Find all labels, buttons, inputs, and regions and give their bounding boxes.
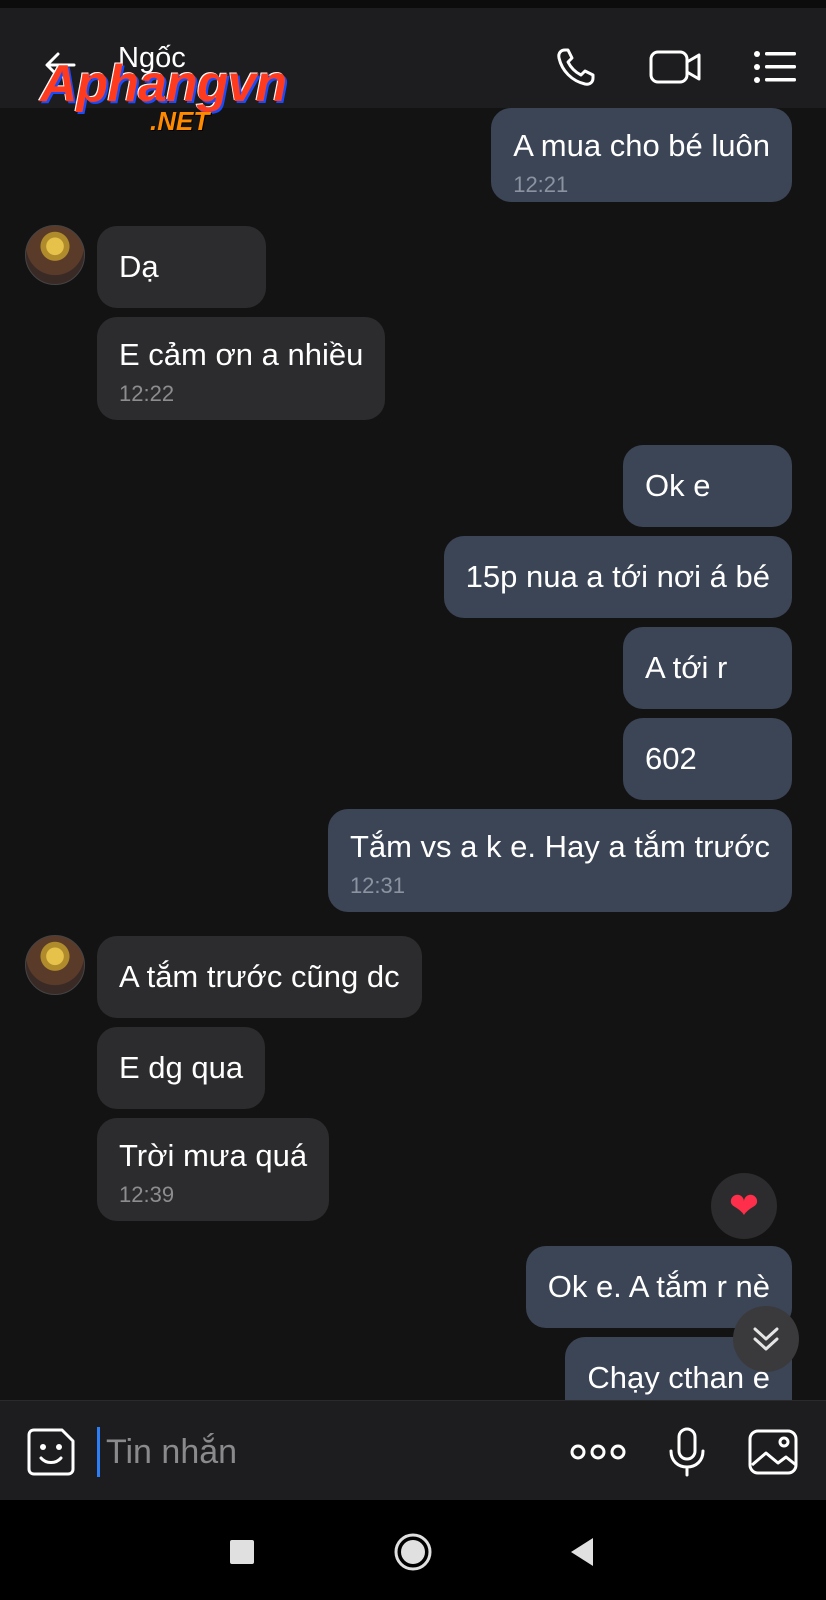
avatar[interactable] — [25, 935, 85, 995]
menu-button[interactable] — [752, 42, 798, 92]
message-time: 12:22 — [119, 381, 175, 406]
sticker-button[interactable] — [24, 1425, 78, 1479]
message-text: 602 — [645, 741, 697, 776]
message-time: 12:21 — [513, 172, 569, 197]
image-icon — [748, 1429, 798, 1475]
phone-icon — [557, 48, 595, 86]
triangle-back-icon — [571, 1538, 593, 1566]
more-button[interactable] — [568, 1425, 628, 1479]
message-text: Trời mưa quá — [119, 1138, 308, 1173]
sticker-smiley-icon — [27, 1428, 75, 1476]
square-icon — [230, 1540, 254, 1564]
double-chevron-down-icon — [753, 1327, 779, 1351]
system-nav-bar — [0, 1500, 826, 1600]
avatar[interactable] — [25, 225, 85, 285]
watermark-logo: Aphangvn — [40, 55, 287, 113]
circle-icon — [394, 1533, 432, 1571]
message-time: 12:39 — [119, 1182, 175, 1207]
message-time: 12:31 — [349, 873, 405, 898]
message-text: Tắm vs a k e. Hay a tắm trước — [349, 829, 770, 864]
heart-icon: ❤ — [728, 1185, 760, 1226]
message-bubble-out[interactable]: A mua cho bé luôn 12:21 — [491, 108, 792, 202]
message-bubble-in[interactable]: Trời mưa quá 12:39 — [97, 1118, 330, 1221]
message-composer — [0, 1400, 826, 1501]
message-bubble-out[interactable]: Ok e — [623, 445, 792, 527]
message-bubble-out[interactable]: 15p nua a tới nơi á bé — [443, 536, 792, 618]
message-text: Ok e — [645, 468, 711, 503]
heart-reaction[interactable]: ❤ — [711, 1173, 777, 1239]
list-menu-icon — [754, 51, 796, 83]
call-button[interactable] — [551, 42, 601, 92]
message-text: E dg qua — [119, 1050, 244, 1085]
message-text: Ok e. A tắm r nè — [547, 1269, 770, 1304]
message-list[interactable]: A mua cho bé luôn 12:21 Dạ E cảm ơn a nh… — [0, 108, 826, 1400]
message-bubble-out[interactable]: A tới r — [623, 627, 792, 709]
watermark-domain: .NET — [150, 106, 210, 136]
voice-button[interactable] — [660, 1425, 714, 1479]
message-bubble-in[interactable]: A tắm trước cũng dc — [97, 936, 422, 1018]
message-text: E cảm ơn a nhiều — [119, 337, 364, 372]
message-bubble-out[interactable]: 602 — [623, 718, 792, 800]
message-bubble-in[interactable]: E dg qua — [97, 1027, 266, 1109]
message-bubble-out[interactable]: Tắm vs a k e. Hay a tắm trước 12:31 — [327, 809, 792, 912]
back-nav-button[interactable] — [561, 1530, 605, 1574]
image-button[interactable] — [746, 1425, 800, 1479]
message-text: A tới r — [645, 650, 728, 685]
recents-button[interactable] — [220, 1530, 264, 1574]
message-input[interactable] — [104, 1421, 528, 1483]
message-text: Dạ — [119, 249, 159, 284]
message-text: A mua cho bé luôn — [513, 128, 770, 163]
message-text: A tắm trước cũng dc — [119, 959, 400, 994]
text-caret — [97, 1427, 100, 1477]
video-camera-icon — [649, 50, 701, 84]
video-call-button[interactable] — [648, 42, 702, 92]
more-dots-icon — [570, 1444, 626, 1460]
message-text: Chạy cthan e — [587, 1360, 770, 1395]
home-button[interactable] — [391, 1530, 435, 1574]
scroll-down-button[interactable] — [733, 1306, 799, 1372]
message-bubble-in[interactable]: Dạ — [97, 226, 266, 308]
message-bubble-in[interactable]: E cảm ơn a nhiều 12:22 — [97, 317, 386, 420]
microphone-icon — [669, 1427, 705, 1477]
status-bar — [0, 0, 826, 8]
message-text: 15p nua a tới nơi á bé — [465, 559, 770, 594]
